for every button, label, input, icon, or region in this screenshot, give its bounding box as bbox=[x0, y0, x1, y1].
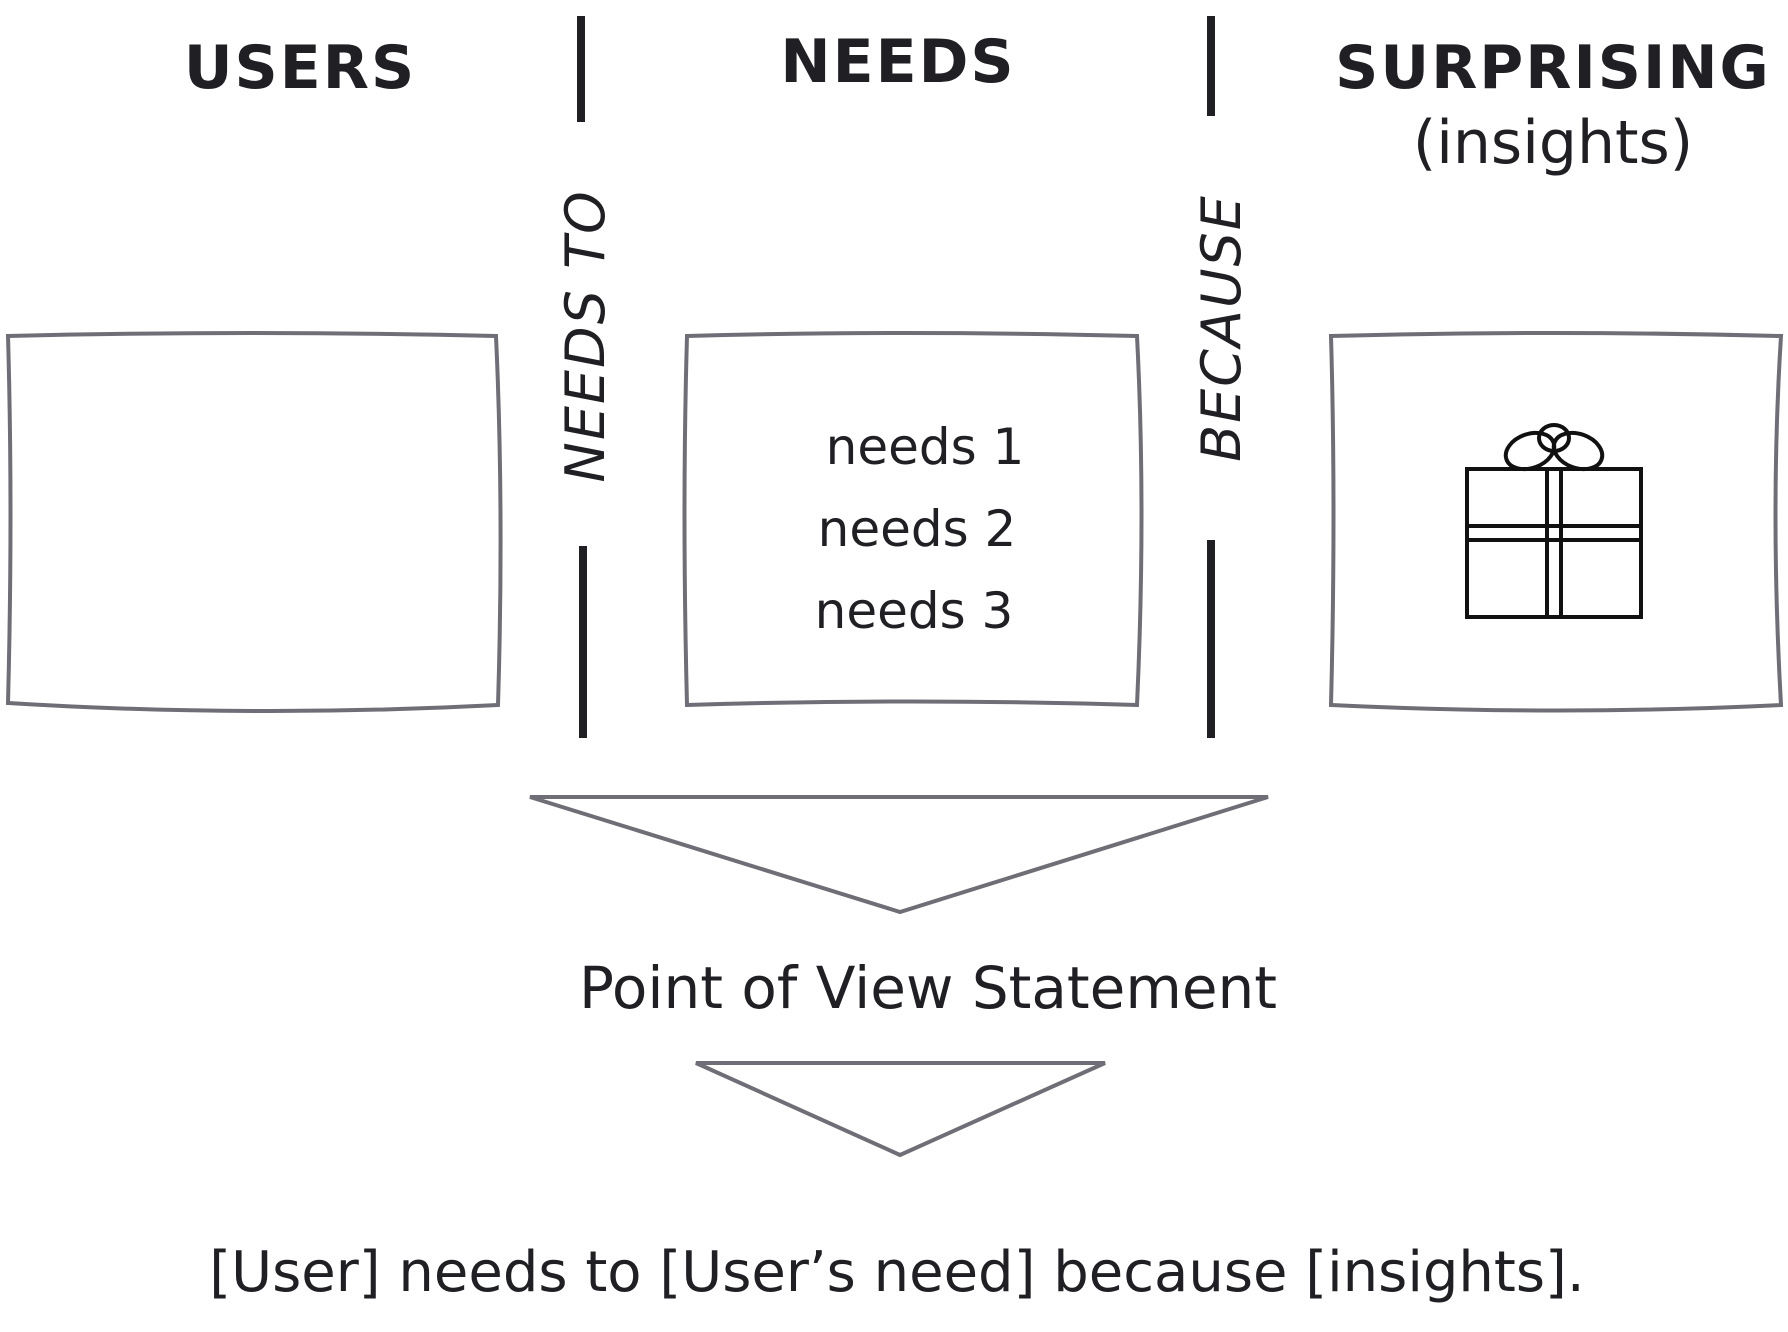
needs-item-3: needs 3 bbox=[815, 582, 1014, 640]
funnel-arrow-lower bbox=[695, 1061, 1106, 1158]
because-label: BECAUSE bbox=[1190, 194, 1253, 462]
users-header: USERS bbox=[184, 33, 416, 103]
insights-subheader: (insights) bbox=[1413, 108, 1693, 178]
point-of-view-diagram: USERS NEEDS SURPRISING (insights) NEEDS … bbox=[5, 16, 1784, 1305]
point-of-view-formula: [User] needs to [User’s need] because [i… bbox=[209, 1240, 1584, 1305]
needs-item-1: needs 1 bbox=[826, 418, 1025, 476]
users-box bbox=[5, 331, 503, 714]
insights-box bbox=[1328, 331, 1784, 713]
needs-header: NEEDS bbox=[780, 27, 1015, 97]
surprising-header: SURPRISING bbox=[1335, 33, 1771, 103]
funnel-arrow-upper bbox=[529, 795, 1269, 915]
needs-to-label: NEEDS TO bbox=[554, 189, 617, 482]
needs-item-2: needs 2 bbox=[818, 500, 1017, 558]
point-of-view-statement-label: Point of View Statement bbox=[579, 954, 1277, 1022]
